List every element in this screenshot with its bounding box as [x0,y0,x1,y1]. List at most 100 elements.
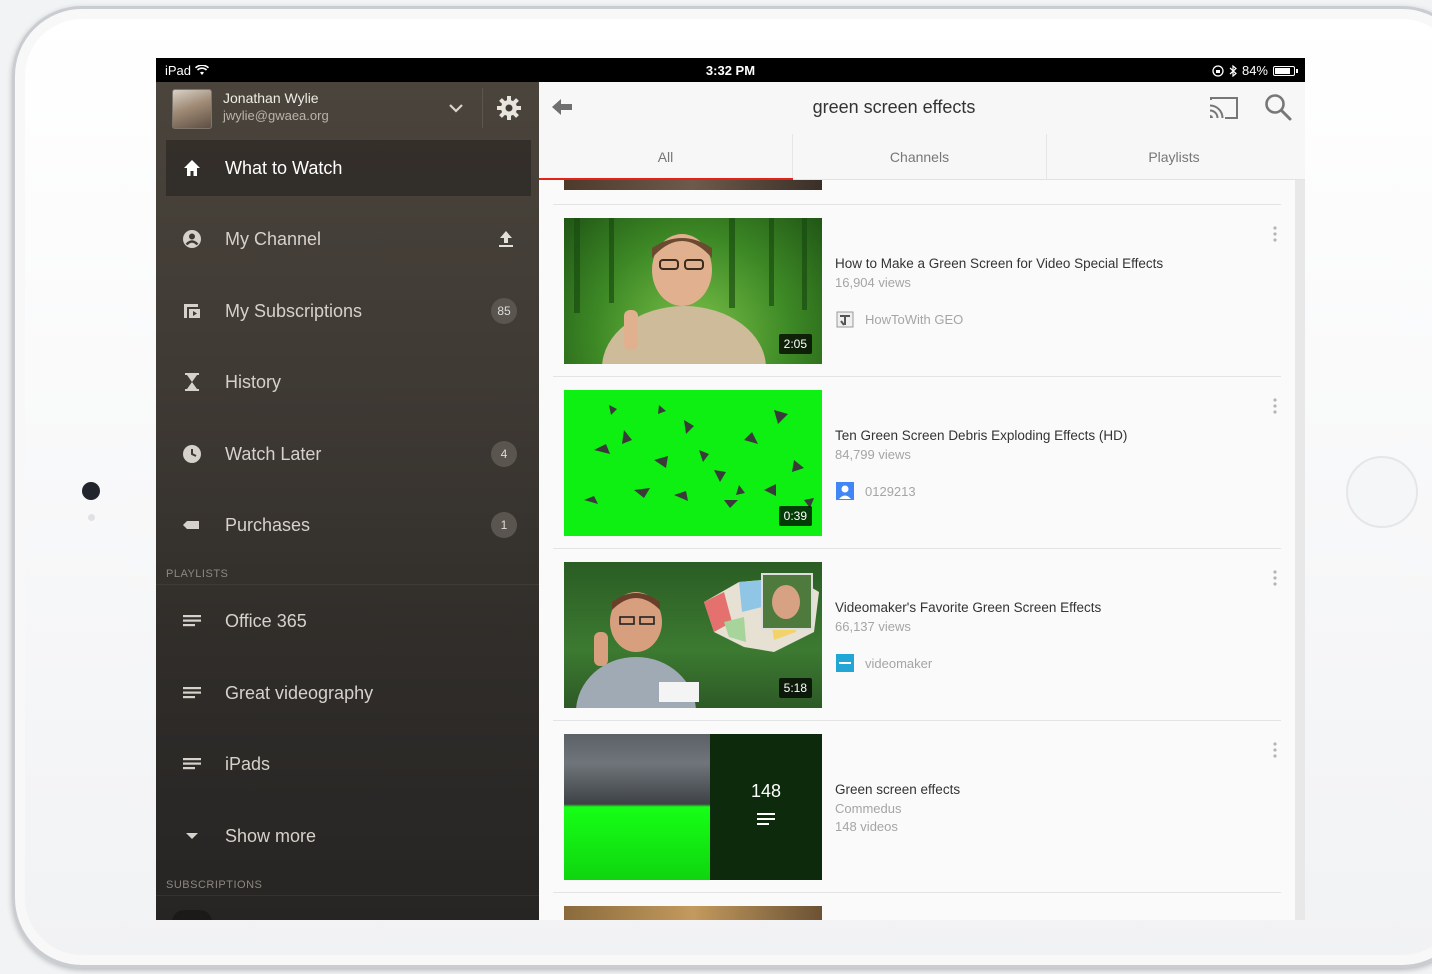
sidebar-item-history[interactable]: History [166,354,531,410]
playlists-section-title: PLAYLISTS [166,568,229,580]
sidebar: Jonathan Wylie jwylie@gwaea.org What to … [156,82,539,920]
subscriptions-count-badge: 85 [491,298,517,324]
video-duration: 0:39 [778,506,812,526]
sidebar-item-label: Purchases [225,514,311,535]
sidebar-item-label: History [225,371,282,392]
ambient-sensor [88,514,95,521]
result-filter-tabs: All Channels Playlists [539,134,1305,181]
main-panel: green screen effects All Channels Playli… [539,82,1305,920]
home-button[interactable] [1346,456,1418,528]
chevron-down-icon[interactable] [446,98,466,118]
playlist-title[interactable]: Green screen effects [835,782,960,797]
divider [553,376,1281,377]
divider [156,895,539,896]
playlist-thumbnail[interactable]: 148 [564,734,822,880]
avatar [172,89,212,129]
sidebar-item-label: Great videography [225,682,374,703]
battery-percent: 84% [1241,63,1268,78]
account-switcher[interactable]: Jonathan Wylie jwylie@gwaea.org [156,82,539,138]
more-options-icon[interactable] [1272,224,1278,244]
purchases-count-badge: 1 [491,512,517,538]
tab-all[interactable]: All [539,134,793,181]
playlist-icon [183,615,201,627]
gear-icon[interactable] [495,94,523,122]
tab-label: Playlists [1148,149,1200,165]
channel-avatar-icon [836,482,854,500]
channel-name[interactable]: HowToWith GEO [865,312,963,327]
playlist-result[interactable]: 148 Green screen effects Commedus 148 vi… [564,734,1284,880]
sidebar-item-my-subscriptions[interactable]: My Subscriptions 85 [166,283,531,339]
playlist-owner[interactable]: Commedus [835,801,901,816]
more-options-icon[interactable] [1272,740,1278,760]
search-icon[interactable] [1263,92,1293,122]
tab-label: All [657,149,674,165]
video-duration: 2:05 [778,334,812,354]
divider [482,88,483,128]
next-result-thumbnail-partial[interactable] [564,906,822,920]
more-options-icon[interactable] [1272,568,1278,588]
subscriptions-icon [184,304,200,318]
divider [553,548,1281,549]
sidebar-item-what-to-watch[interactable]: What to Watch [166,140,531,196]
view-count: 16,904 views [835,275,911,290]
account-circle-icon [183,230,201,248]
subscription-avatar-partial[interactable] [172,910,212,920]
tab-label: Channels [889,149,950,165]
subscriptions-section-title: SUBSCRIPTIONS [166,879,263,891]
battery-icon [1273,65,1298,76]
account-email: jwylie@gwaea.org [223,108,329,123]
hourglass-icon [185,373,199,391]
video-title[interactable]: Videomaker's Favorite Green Screen Effec… [835,600,1101,615]
clock: 3:32 PM [705,63,756,78]
sidebar-item-watch-later[interactable]: Watch Later 4 [166,426,531,482]
search-query[interactable]: green screen effects [539,97,1249,118]
sidebar-item-my-channel[interactable]: My Channel [166,211,531,267]
sidebar-item-playlist-ipads[interactable]: iPads [166,736,531,792]
sidebar-item-purchases[interactable]: Purchases 1 [166,497,531,553]
channel-name[interactable]: 0129213 [865,484,916,499]
tag-icon [183,521,199,529]
previous-result-thumbnail-partial[interactable] [564,180,822,190]
channel-avatar-icon [836,654,854,672]
playlist-icon [183,758,201,770]
video-thumbnail[interactable]: 0:39 [564,390,822,536]
front-camera [82,482,100,500]
video-result[interactable]: 0:39 Ten Green Screen Debris Exploding E… [564,390,1284,536]
video-title[interactable]: Ten Green Screen Debris Exploding Effect… [835,428,1127,443]
more-options-icon[interactable] [1272,396,1278,416]
sidebar-item-label: Office 365 [225,610,307,631]
video-result[interactable]: 5:18 Videomaker's Favorite Green Screen … [564,562,1284,708]
playlist-icon [757,813,775,825]
sidebar-item-label: iPads [225,753,271,774]
search-header: green screen effects [539,82,1305,134]
home-icon [184,160,200,176]
scrollbar[interactable] [1295,180,1305,920]
show-more-button[interactable]: Show more [166,808,531,864]
sidebar-item-label: My Channel [225,228,322,249]
screen: iPad 3:32 PM 84% Jonathan Wylie jwylie@g… [156,58,1305,920]
view-count: 66,137 views [835,619,911,634]
search-results-list: 2:05 How to Make a Green Screen for Vide… [539,180,1295,920]
view-count: 84,799 views [835,447,911,462]
video-result[interactable]: 2:05 How to Make a Green Screen for Vide… [564,218,1284,364]
sidebar-item-playlist-great-videography[interactable]: Great videography [166,665,531,721]
divider [553,892,1281,893]
video-thumbnail[interactable]: 5:18 [564,562,822,708]
sidebar-item-label: Watch Later [225,443,322,464]
thumbnail-image [564,734,710,880]
sidebar-item-playlist-office-365[interactable]: Office 365 [166,593,531,649]
tab-channels[interactable]: Channels [793,134,1047,180]
sidebar-item-label: What to Watch [225,157,343,178]
channel-name[interactable]: videomaker [865,656,932,671]
sidebar-item-label: My Subscriptions [225,300,363,321]
tab-playlists[interactable]: Playlists [1047,134,1301,180]
upload-icon[interactable] [495,228,517,250]
rotation-lock-icon [1212,64,1224,77]
clock-icon [183,445,201,463]
video-thumbnail[interactable]: 2:05 [564,218,822,364]
cast-icon[interactable] [1207,94,1241,122]
divider [553,720,1281,721]
video-title[interactable]: How to Make a Green Screen for Video Spe… [835,256,1163,271]
divider [553,204,1281,205]
bluetooth-icon [1229,64,1237,77]
